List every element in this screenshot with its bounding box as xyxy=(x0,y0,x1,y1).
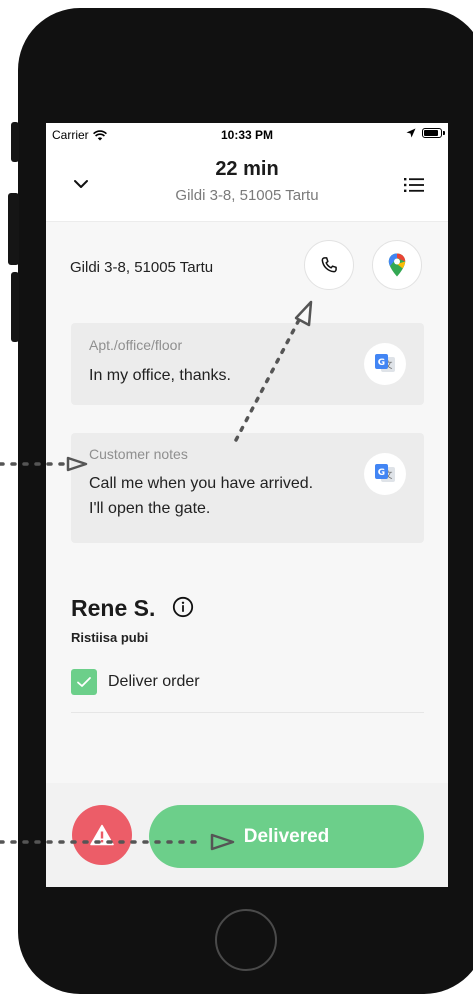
customer-notes-card: Customer notes Call me when you have arr… xyxy=(71,433,424,543)
address-row: Gildi 3-8, 51005 Tartu xyxy=(46,240,448,297)
customer-notes-label: Customer notes xyxy=(89,446,188,462)
delivered-button[interactable]: Delivered xyxy=(149,805,424,868)
app-screen: Carrier 10:33 PM 22 min Gildi 3-8, 51005… xyxy=(46,123,448,887)
svg-text:G: G xyxy=(378,358,385,368)
volume-down-button xyxy=(11,272,19,342)
translate-icon: 文 G xyxy=(375,464,395,482)
call-button[interactable] xyxy=(304,240,354,290)
header-address: Gildi 3-8, 51005 Tartu xyxy=(175,187,319,204)
status-bar: Carrier 10:33 PM xyxy=(46,123,448,145)
customer-notes-line-2: I'll open the gate. xyxy=(89,500,211,517)
customer-name: Rene S. xyxy=(71,595,156,621)
svg-text:G: G xyxy=(378,468,385,478)
translate-apt-button[interactable]: 文 G xyxy=(364,343,406,385)
check-icon xyxy=(77,677,91,687)
mute-switch xyxy=(11,122,19,162)
apt-office-floor-card: Apt./office/floor In my office, thanks. … xyxy=(71,323,424,405)
volume-up-button xyxy=(8,193,19,265)
report-problem-button[interactable] xyxy=(72,805,132,865)
list-menu-icon[interactable] xyxy=(404,177,424,193)
deliver-order-checkbox[interactable] xyxy=(71,669,97,695)
deliver-order-label: Deliver order xyxy=(108,673,200,690)
translate-icon: 文 G xyxy=(375,354,395,372)
divider xyxy=(71,712,424,713)
open-maps-button[interactable] xyxy=(372,240,422,290)
location-arrow-icon xyxy=(406,128,416,138)
apt-note-text: In my office, thanks. xyxy=(89,367,231,384)
battery-icon xyxy=(422,128,445,138)
apt-note-label: Apt./office/floor xyxy=(89,337,183,353)
warning-icon xyxy=(90,824,114,846)
maps-pin-icon xyxy=(388,253,406,277)
phone-icon xyxy=(321,257,337,273)
customer-notes-line-1: Call me when you have arrived. xyxy=(89,475,314,492)
translate-notes-button[interactable]: 文 G xyxy=(364,453,406,495)
status-time: 10:33 PM xyxy=(220,128,274,142)
home-button[interactable] xyxy=(215,909,277,971)
status-right xyxy=(406,128,445,138)
delivery-address: Gildi 3-8, 51005 Tartu xyxy=(70,259,214,276)
header: 22 min Gildi 3-8, 51005 Tartu xyxy=(46,145,448,222)
venue-name: Ristiisa pubi xyxy=(71,630,149,645)
info-icon[interactable] xyxy=(172,596,194,618)
eta-title: 22 min xyxy=(215,158,279,180)
